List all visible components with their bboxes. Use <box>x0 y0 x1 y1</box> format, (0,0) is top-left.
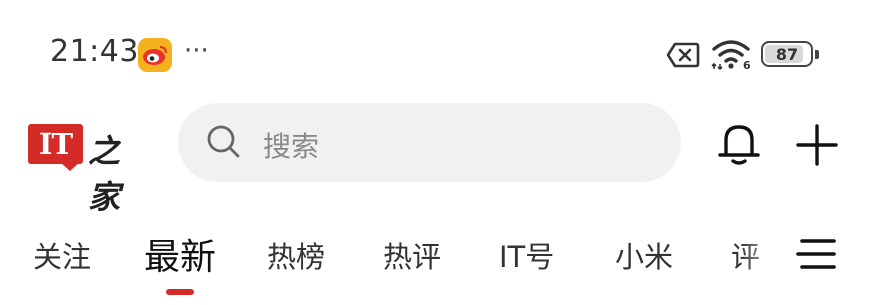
search-icon <box>206 124 242 160</box>
wifi-6-icon: 6 <box>711 38 753 74</box>
battery-tip <box>815 50 819 59</box>
ithome-logo[interactable]: IT 之家 <box>28 124 143 216</box>
tab-xiaomi[interactable]: 小米 <box>615 234 673 276</box>
tab-reping[interactable]: 热评 <box>383 234 441 276</box>
tab-guanzhu[interactable]: 关注 <box>33 234 91 276</box>
battery-icon: 87 <box>761 41 819 67</box>
logo-text: 之家 <box>88 132 120 216</box>
battery-level: 87 <box>775 44 799 64</box>
status-time: 21:43 <box>50 34 139 69</box>
search-placeholder: 搜索 <box>263 130 320 163</box>
plus-icon[interactable] <box>796 124 838 170</box>
channel-menu-icon[interactable] <box>796 237 838 277</box>
svg-text:6: 6 <box>743 59 751 70</box>
status-bar: 21:43 ··· 6 87 <box>0 0 871 106</box>
tab-ithao[interactable]: IT号 <box>499 234 554 276</box>
tab-zuixin[interactable]: 最新 <box>144 228 216 280</box>
logo-mark: IT <box>28 124 83 164</box>
bell-icon[interactable] <box>716 120 762 172</box>
search-bar[interactable]: 搜索 <box>178 103 681 182</box>
more-notifications-indicator: ··· <box>184 36 209 66</box>
tabs-fade-overlay <box>740 228 790 298</box>
logo-mark-tail <box>60 162 80 171</box>
active-tab-indicator <box>166 289 194 295</box>
sim-off-icon <box>666 42 700 72</box>
tab-rebang[interactable]: 热榜 <box>267 234 325 276</box>
weibo-icon <box>138 38 172 72</box>
